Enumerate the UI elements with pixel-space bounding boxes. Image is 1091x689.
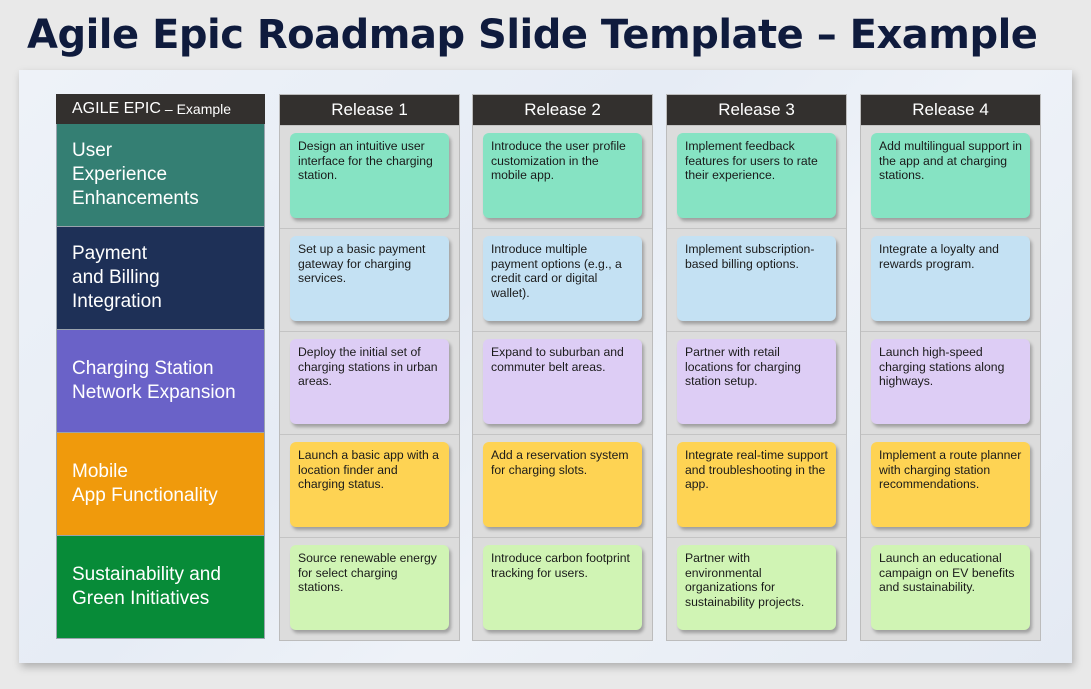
- roadmap-cell: Integrate real-time support and troubles…: [667, 434, 846, 537]
- roadmap-cell: Launch a basic app with a location finde…: [280, 434, 459, 537]
- task-card: Introduce the user profile customization…: [483, 133, 642, 218]
- epic-label: Sustainability and Green Initiatives: [72, 564, 221, 609]
- task-card: Add a reservation system for charging sl…: [483, 442, 642, 527]
- task-card: Expand to suburban and commuter belt are…: [483, 339, 642, 424]
- task-card: Design an intuitive user interface for t…: [290, 133, 449, 218]
- roadmap-cell: Implement feedback features for users to…: [667, 125, 846, 228]
- release-header: Release 4: [861, 95, 1040, 125]
- release-header: Release 3: [667, 95, 846, 125]
- epic-charging-network: Charging Station Network Expansion: [56, 330, 265, 433]
- roadmap-cell: Set up a basic payment gateway for charg…: [280, 228, 459, 331]
- task-card: Implement subscription-based billing opt…: [677, 236, 836, 321]
- epic-mobile-app: Mobile App Functionality: [56, 433, 265, 536]
- task-card: Implement feedback features for users to…: [677, 133, 836, 218]
- roadmap-cell: Design an intuitive user interface for t…: [280, 125, 459, 228]
- page: Agile Epic Roadmap Slide Template – Exam…: [0, 0, 1091, 689]
- release-column-2: Release 2 Introduce the user profile cus…: [472, 94, 653, 641]
- release-header: Release 2: [473, 95, 652, 125]
- roadmap-cell: Introduce carbon footprint tracking for …: [473, 537, 652, 640]
- epic-label: Charging Station Network Expansion: [72, 358, 236, 403]
- task-card: Implement a route planner with charging …: [871, 442, 1030, 527]
- release-column-4: Release 4 Add multilingual support in th…: [860, 94, 1041, 641]
- roadmap-cell: Expand to suburban and commuter belt are…: [473, 331, 652, 434]
- epic-header-suffix: – Example: [164, 101, 232, 117]
- epic-label: User Experience Enhancements: [72, 140, 199, 209]
- task-card: Partner with retail locations for chargi…: [677, 339, 836, 424]
- task-card: Source renewable energy for select charg…: [290, 545, 449, 630]
- roadmap-cell: Integrate a loyalty and rewards program.: [861, 228, 1040, 331]
- epic-header-label: AGILE EPIC: [72, 100, 161, 117]
- task-card: Integrate a loyalty and rewards program.: [871, 236, 1030, 321]
- roadmap-cell: Implement subscription-based billing opt…: [667, 228, 846, 331]
- roadmap-cell: Source renewable energy for select charg…: [280, 537, 459, 640]
- roadmap-cell: Launch high-speed charging stations alon…: [861, 331, 1040, 434]
- task-card: Partner with environmental organizations…: [677, 545, 836, 630]
- release-column-1: Release 1 Design an intuitive user inter…: [279, 94, 460, 641]
- epic-sustainability: Sustainability and Green Initiatives: [56, 536, 265, 639]
- roadmap-cell: Introduce multiple payment options (e.g.…: [473, 228, 652, 331]
- task-card: Introduce carbon footprint tracking for …: [483, 545, 642, 630]
- release-column-3: Release 3 Implement feedback features fo…: [666, 94, 847, 641]
- roadmap-cell: Deploy the initial set of charging stati…: [280, 331, 459, 434]
- task-card: Introduce multiple payment options (e.g.…: [483, 236, 642, 321]
- epic-user-experience: User Experience Enhancements: [56, 124, 265, 227]
- roadmap-cell: Add a reservation system for charging sl…: [473, 434, 652, 537]
- epic-label: Payment and Billing Integration: [72, 243, 162, 312]
- epic-column-header: AGILE EPIC – Example: [56, 94, 265, 124]
- task-card: Set up a basic payment gateway for charg…: [290, 236, 449, 321]
- roadmap-cell: Implement a route planner with charging …: [861, 434, 1040, 537]
- roadmap-cell: Add multilingual support in the app and …: [861, 125, 1040, 228]
- task-card: Integrate real-time support and troubles…: [677, 442, 836, 527]
- epic-label: Mobile App Functionality: [72, 461, 218, 506]
- task-card: Launch a basic app with a location finde…: [290, 442, 449, 527]
- task-card: Deploy the initial set of charging stati…: [290, 339, 449, 424]
- page-title: Agile Epic Roadmap Slide Template – Exam…: [27, 12, 1038, 58]
- task-card: Add multilingual support in the app and …: [871, 133, 1030, 218]
- roadmap-cell: Partner with environmental organizations…: [667, 537, 846, 640]
- task-card: Launch high-speed charging stations alon…: [871, 339, 1030, 424]
- roadmap-cell: Launch an educational campaign on EV ben…: [861, 537, 1040, 640]
- release-header: Release 1: [280, 95, 459, 125]
- roadmap-cell: Partner with retail locations for chargi…: [667, 331, 846, 434]
- epic-payment-billing: Payment and Billing Integration: [56, 227, 265, 330]
- task-card: Launch an educational campaign on EV ben…: [871, 545, 1030, 630]
- epic-column: AGILE EPIC – Example User Experience Enh…: [56, 94, 265, 639]
- roadmap-cell: Introduce the user profile customization…: [473, 125, 652, 228]
